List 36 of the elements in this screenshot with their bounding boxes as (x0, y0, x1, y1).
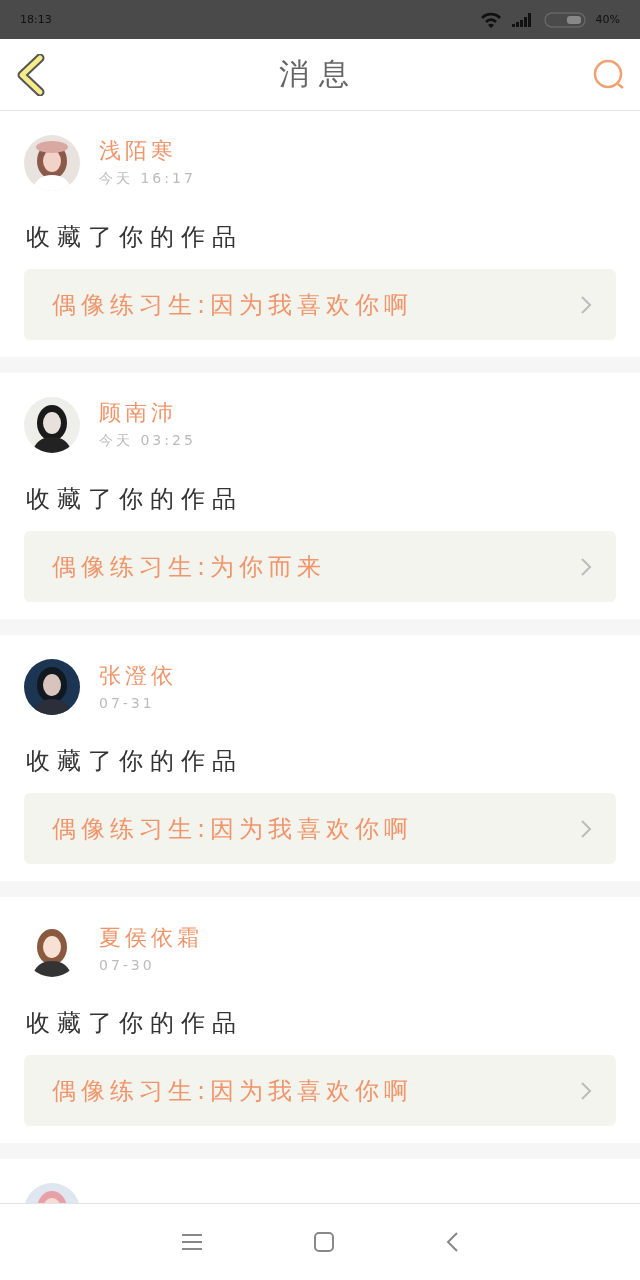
message-text: 收藏了你的作品 (26, 746, 244, 777)
home-button[interactable] (313, 1231, 335, 1253)
chevron-icon (580, 1080, 592, 1101)
work-link[interactable]: 偶像练习生:因为我喜欢你啊 (24, 793, 616, 864)
battery-level: 40% (595, 13, 620, 26)
square-icon (313, 1231, 335, 1253)
chevron-icon (580, 818, 592, 839)
message-text: 收藏了你的作品 (26, 484, 244, 515)
work-link[interactable]: 偶像练习生:为你而来 (24, 531, 616, 602)
search-icon (592, 57, 626, 92)
user-name[interactable]: 浅陌寒 (99, 138, 196, 164)
menu-button[interactable] (181, 1233, 203, 1251)
message-time: 今天 03:25 (99, 432, 196, 450)
status-time: 18:13 (20, 13, 53, 26)
back-icon (445, 1231, 459, 1253)
chevron-icon (580, 294, 592, 315)
work-link[interactable]: 偶像练习生:因为我喜欢你啊 (24, 269, 616, 340)
user-name[interactable]: 夏侯依霜 (99, 925, 203, 951)
work-link[interactable]: 偶像练习生:因为我喜欢你啊 (24, 1055, 616, 1126)
signal-icon (511, 12, 534, 27)
message-text: 收藏了你的作品 (26, 222, 244, 253)
page-title: 消息 (279, 55, 359, 93)
battery-icon (543, 11, 586, 28)
message-time: 07-31 (99, 695, 156, 711)
message-text: 收藏了你的作品 (26, 1008, 244, 1039)
back-button[interactable] (16, 53, 46, 96)
back-nav-button[interactable] (445, 1231, 459, 1253)
search-button[interactable] (592, 57, 626, 92)
message-time: 今天 16:17 (99, 170, 196, 188)
user-name[interactable]: 顾南沛 (99, 400, 196, 426)
chevron-icon (580, 556, 592, 577)
wifi-icon (479, 11, 502, 28)
menu-icon (181, 1233, 203, 1251)
back-icon (16, 53, 46, 96)
user-name[interactable]: 张澄依 (99, 663, 177, 689)
message-time: 07-30 (99, 957, 156, 973)
